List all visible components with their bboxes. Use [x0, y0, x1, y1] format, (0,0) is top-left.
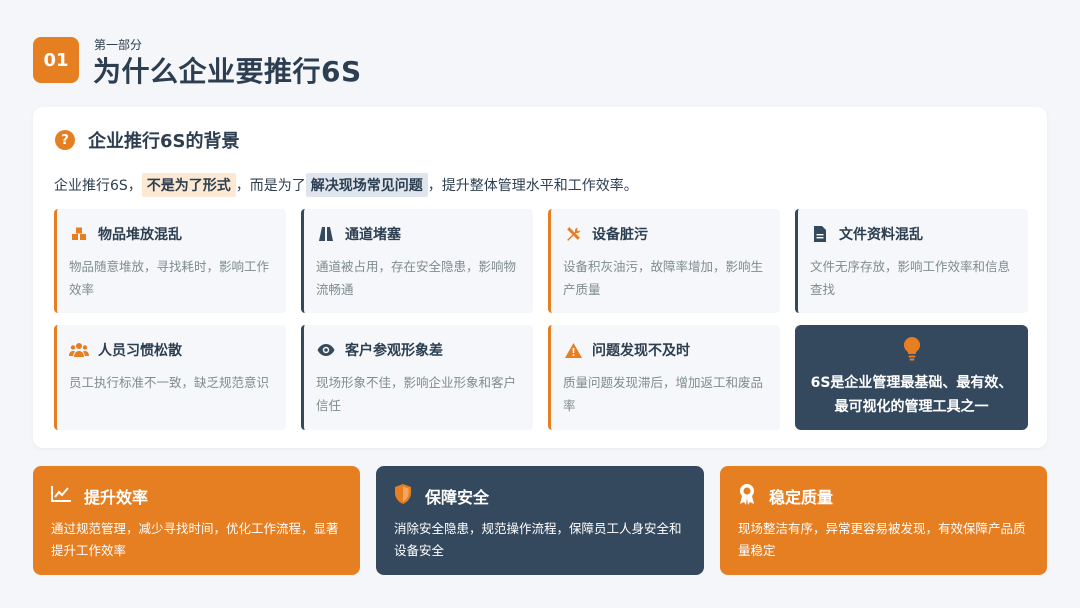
benefit-title: 提升效率 — [84, 488, 149, 507]
intro-highlight-1: 不是为了形式 — [141, 173, 236, 197]
intro-text: 企业推行6S， 不是为了形式 ，而是为了 解决现场常见问题 ，提升整体管理水平和… — [54, 173, 638, 197]
key-message-card: 6S是企业管理最基础、最有效、 最可视化的管理工具之一 — [795, 325, 1028, 430]
benefit-card-quality: 稳定质量 现场整洁有序，异常更容易被发现，有效保障产品质量稳定 — [720, 466, 1047, 575]
intro-part-1: 企业推行6S， — [54, 178, 142, 194]
card-description: 设备积灰油污，故障率增加，影响生产质量 — [563, 259, 764, 297]
card-title: 人员习惯松散 — [98, 343, 182, 359]
question-icon: ? — [55, 130, 75, 150]
road-icon — [316, 224, 336, 244]
benefit-card-efficiency: 提升效率 通过规范管理，减少寻找时间，优化工作流程，显著提升工作效率 — [33, 466, 360, 575]
intro-highlight-2: 解决现场常见问题 — [305, 173, 428, 197]
users-icon — [69, 340, 89, 360]
section-number-badge: 01 — [33, 37, 79, 83]
problem-card: 设备脏污 设备积灰油污，故障率增加，影响生产质量 — [548, 209, 780, 313]
card-title: 客户参观形象差 — [345, 343, 443, 359]
problem-grid: 物品堆放混乱 物品随意堆放，寻找耗时，影响工作效率 通道堵塞 通道被占用，存在安… — [54, 209, 1028, 430]
card-description: 现场形象不佳，影响企业形象和客户信任 — [316, 375, 517, 413]
intro-part-2: ，而是为了 — [235, 178, 306, 194]
benefit-title: 稳定质量 — [769, 488, 834, 507]
problem-card: 文件资料混乱 文件无序存放，影响工作效率和信息查找 — [795, 209, 1028, 313]
benefit-title: 保障安全 — [425, 488, 490, 507]
problem-card: 人员习惯松散 员工执行标准不一致，缺乏规范意识 — [54, 325, 286, 430]
boxes-icon — [69, 224, 89, 244]
card-description: 通道被占用，存在安全隐患，影响物流畅通 — [316, 259, 517, 297]
problem-card: 客户参观形象差 现场形象不佳，影响企业形象和客户信任 — [301, 325, 533, 430]
card-title: 物品堆放混乱 — [98, 227, 182, 243]
shield-icon — [394, 484, 412, 508]
problem-card: 问题发现不及时 质量问题发现滞后，增加返工和废品率 — [548, 325, 780, 430]
background-panel: ? 企业推行6S的背景 企业推行6S， 不是为了形式 ，而是为了 解决现场常见问… — [33, 107, 1047, 448]
card-title: 通道堵塞 — [345, 227, 401, 243]
key-message-line-2: 最可视化的管理工具之一 — [834, 398, 989, 415]
card-description: 员工执行标准不一致，缺乏规范意识 — [69, 375, 270, 390]
key-message-text: 6S是企业管理最基础、最有效、 最可视化的管理工具之一 — [811, 371, 1013, 419]
chart-line-icon — [51, 486, 71, 506]
card-title: 文件资料混乱 — [839, 227, 923, 243]
benefit-description: 现场整洁有序，异常更容易被发现，有效保障产品质量稳定 — [738, 521, 1026, 558]
key-message-line-1: 6S是企业管理最基础、最有效、 — [810, 374, 1013, 391]
benefit-card-safety: 保障安全 消除安全隐患，规范操作流程，保障员工人身安全和设备安全 — [376, 466, 704, 575]
page-title: 为什么企业要推行6S — [93, 55, 362, 88]
warning-icon — [563, 340, 583, 360]
card-description: 质量问题发现滞后，增加返工和废品率 — [563, 375, 764, 413]
problem-card: 物品堆放混乱 物品随意堆放，寻找耗时，影响工作效率 — [54, 209, 286, 313]
panel-header: ? 企业推行6S的背景 — [55, 127, 240, 153]
card-description: 物品随意堆放，寻找耗时，影响工作效率 — [69, 259, 270, 297]
eye-icon — [316, 340, 336, 360]
problem-card: 通道堵塞 通道被占用，存在安全隐患，影响物流畅通 — [301, 209, 533, 313]
panel-title: 企业推行6S的背景 — [88, 131, 240, 152]
benefit-description: 消除安全隐患，规范操作流程，保障员工人身安全和设备安全 — [394, 521, 682, 558]
card-title: 设备脏污 — [592, 227, 648, 243]
lightbulb-icon — [903, 336, 921, 365]
card-title: 问题发现不及时 — [592, 343, 690, 359]
file-icon — [810, 224, 830, 244]
intro-part-3: ，提升整体管理水平和工作效率。 — [427, 178, 638, 194]
tools-icon — [563, 224, 583, 244]
card-description: 文件无序存放，影响工作效率和信息查找 — [810, 259, 1011, 297]
award-icon — [738, 483, 756, 509]
benefit-description: 通过规范管理，减少寻找时间，优化工作流程，显著提升工作效率 — [51, 521, 339, 558]
